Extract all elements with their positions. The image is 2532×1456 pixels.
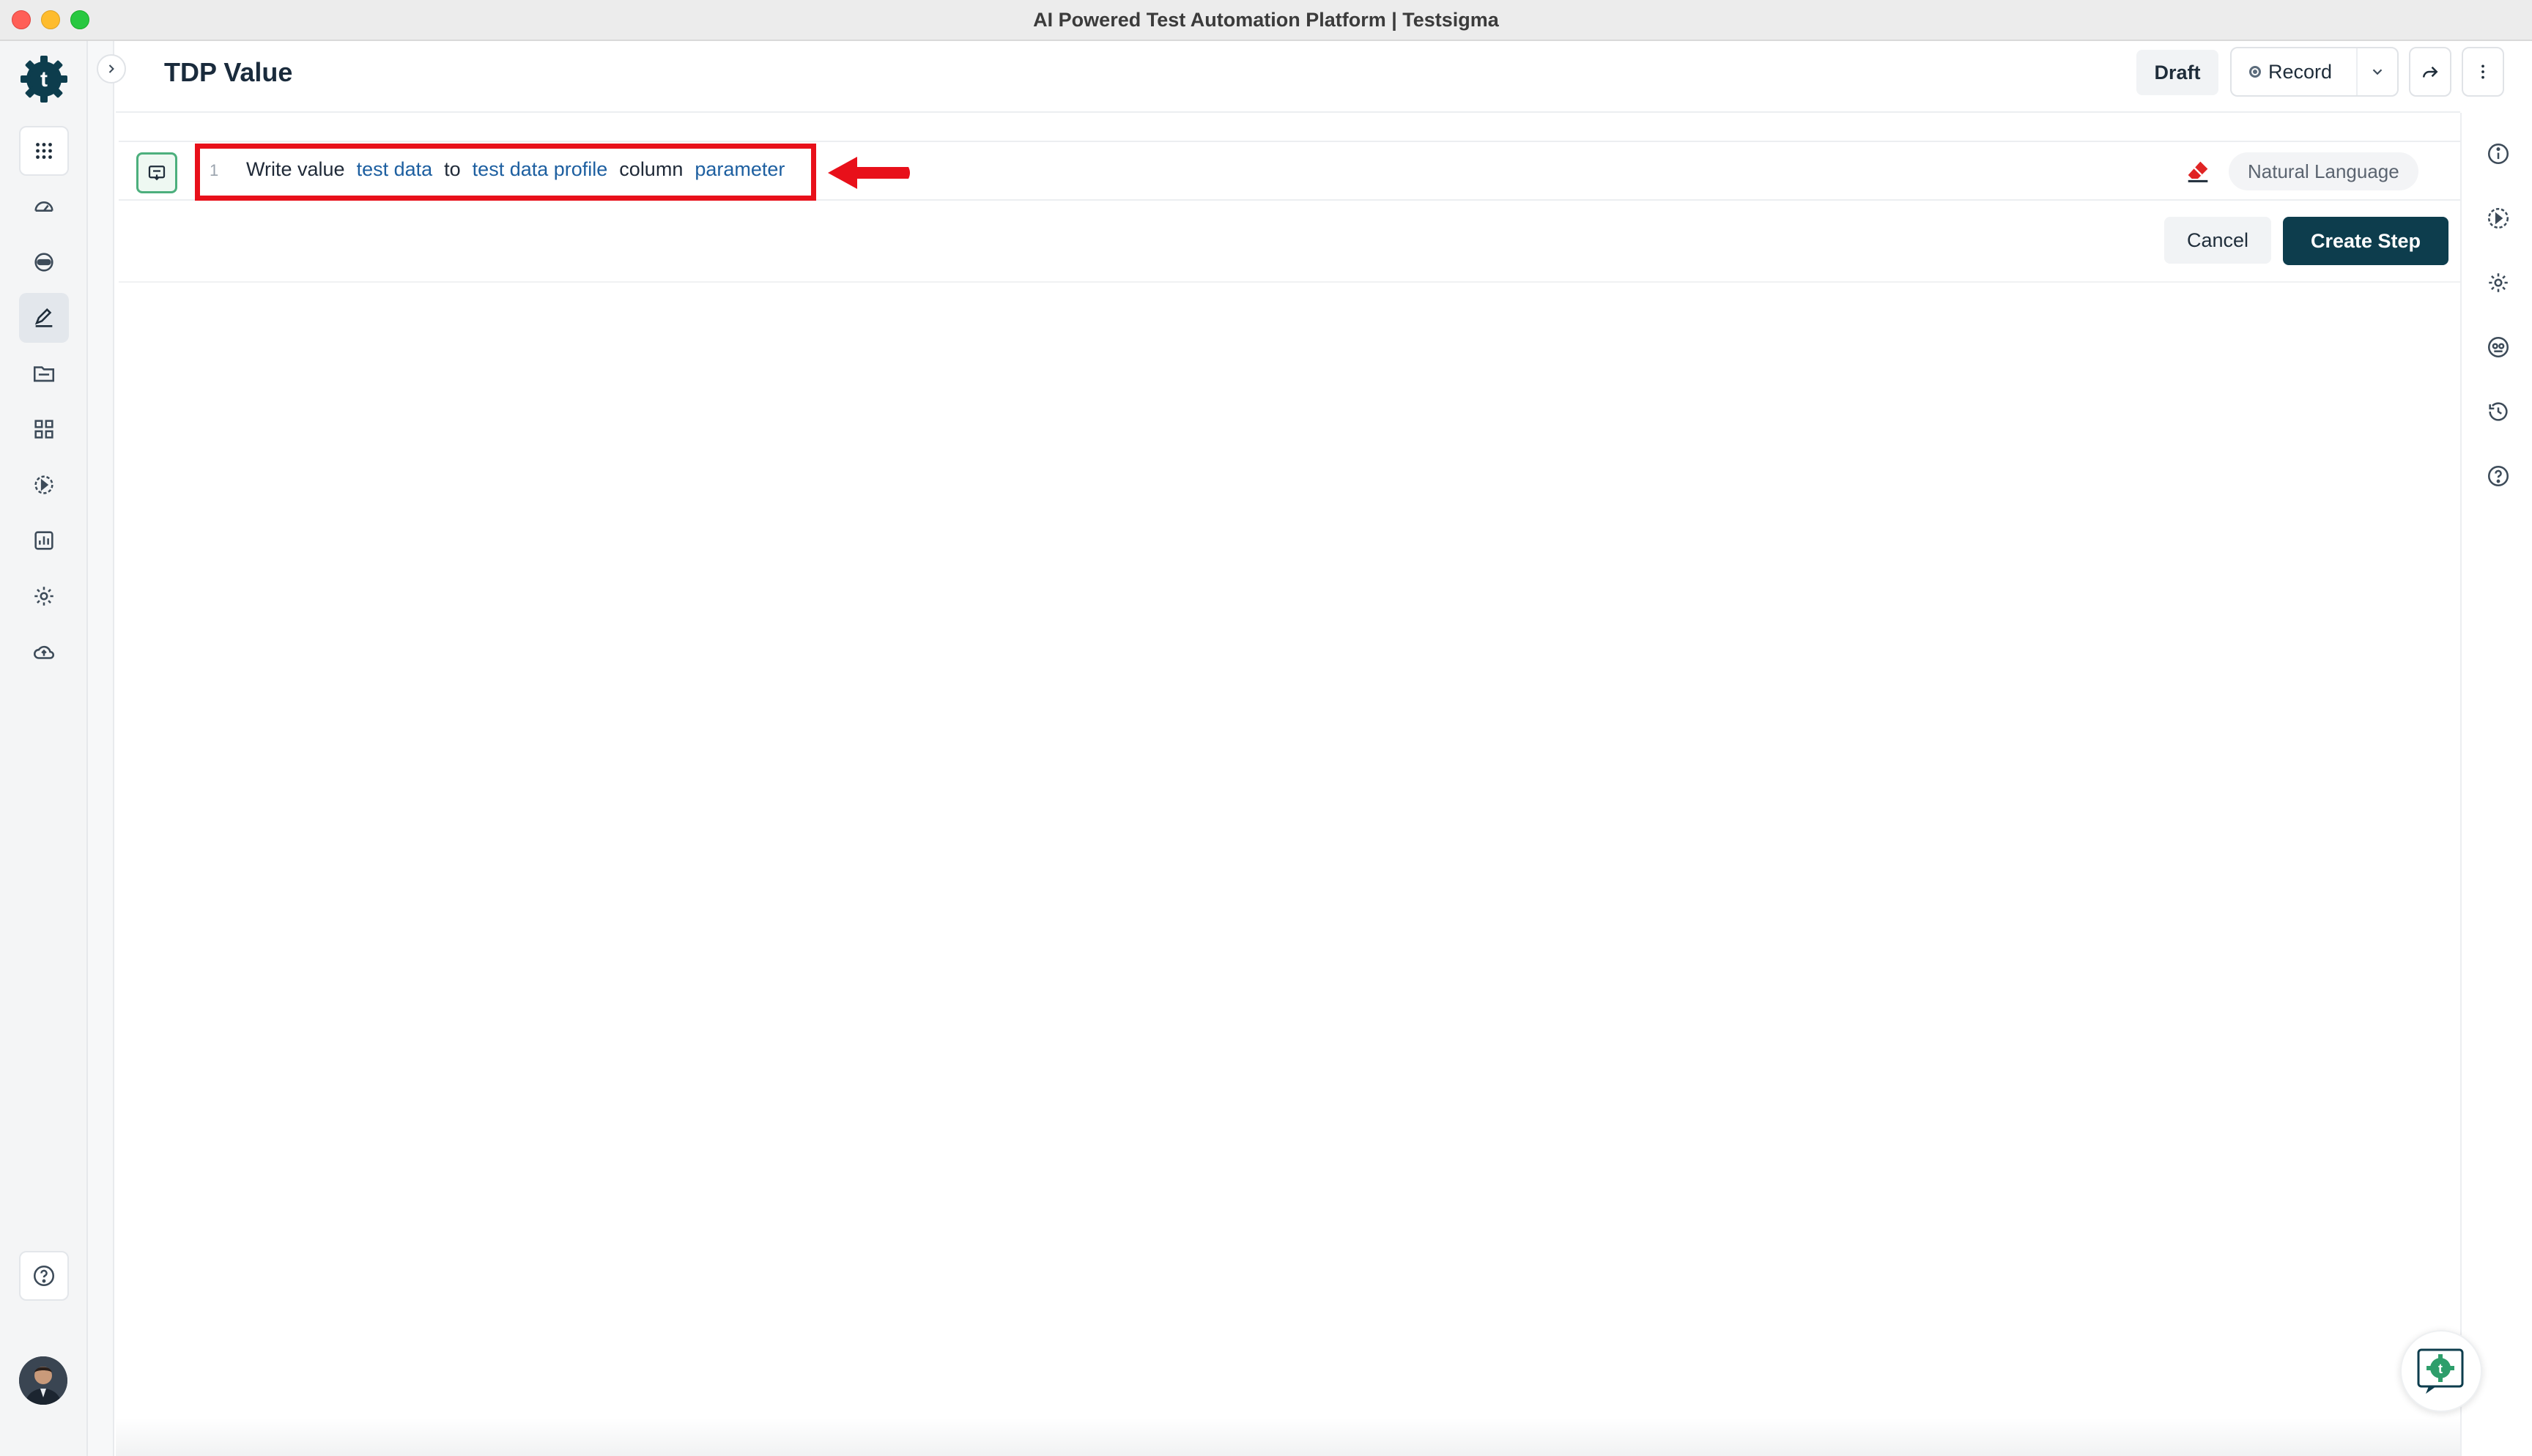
test-data-parameter[interactable]: test data	[357, 158, 433, 181]
record-button-group: Record	[2230, 47, 2399, 97]
runs-icon[interactable]	[19, 460, 69, 510]
step-statement[interactable]: Write value test data to test data profi…	[246, 158, 796, 181]
cancel-button[interactable]: Cancel	[2164, 217, 2271, 264]
forward-arrow-icon	[2423, 66, 2438, 78]
record-options-button[interactable]	[2358, 64, 2397, 80]
page-title: TDP Value	[164, 57, 293, 87]
page-header: TDP Value Draft Record	[116, 41, 2504, 113]
step-editor-row: 1 Write value test data to test data pro…	[119, 141, 2460, 201]
secondary-nav-collapsed	[88, 41, 114, 1456]
testsigma-chat-icon: t	[2417, 1348, 2464, 1394]
avatar[interactable]	[19, 1356, 67, 1405]
step-token-text: Write value	[246, 158, 345, 180]
more-options-button[interactable]	[2462, 47, 2504, 97]
test-data-profile-parameter[interactable]: test data profile	[473, 158, 608, 181]
eraser-icon[interactable]	[2183, 157, 2213, 186]
step-number: 1	[210, 161, 219, 179]
draft-status-button[interactable]: Draft	[2136, 50, 2218, 95]
more-vertical-icon	[2481, 64, 2484, 79]
minimize-window-button[interactable]	[41, 10, 60, 29]
dashboard-icon[interactable]	[19, 182, 69, 231]
chevron-down-icon	[2372, 69, 2383, 75]
cloud-upload-icon[interactable]	[19, 627, 69, 677]
window-titlebar: AI Powered Test Automation Platform | Te…	[0, 0, 2532, 41]
apps-grid-icon[interactable]	[19, 126, 69, 176]
elements-icon[interactable]	[19, 404, 69, 454]
testsigma-logo-icon[interactable]: t	[16, 51, 72, 107]
step-token-text: column	[619, 158, 684, 180]
create-step-button[interactable]: Create Step	[2283, 217, 2448, 265]
ai-agent-icon[interactable]	[2485, 334, 2511, 360]
test-cases-icon[interactable]	[19, 293, 69, 343]
run-history-icon[interactable]	[2485, 205, 2511, 231]
svg-text:t: t	[40, 67, 48, 92]
help-circle-icon[interactable]	[2485, 463, 2511, 489]
step-type-button[interactable]	[136, 152, 177, 193]
test-data-icon[interactable]	[19, 349, 69, 398]
reports-icon[interactable]	[19, 516, 69, 565]
window-controls	[12, 10, 89, 29]
window-title: AI Powered Test Automation Platform | Te…	[1033, 8, 1499, 31]
step-token-text: to	[444, 158, 461, 180]
column-parameter[interactable]: parameter	[695, 158, 785, 181]
help-circle-icon[interactable]	[19, 1251, 69, 1301]
record-button[interactable]: Record	[2232, 48, 2358, 95]
record-icon	[2249, 66, 2261, 78]
assistant-chat-button[interactable]: t	[2400, 1330, 2482, 1412]
settings-icon[interactable]	[2485, 270, 2511, 296]
settings-icon[interactable]	[19, 571, 69, 621]
record-label: Record	[2268, 60, 2333, 83]
agents-icon[interactable]	[19, 237, 69, 287]
right-tool-rail	[2460, 113, 2532, 1456]
close-window-button[interactable]	[12, 10, 31, 29]
info-icon[interactable]	[2485, 141, 2511, 167]
page-bottom	[116, 1418, 2460, 1456]
left-navigation: t	[0, 41, 88, 1456]
history-icon[interactable]	[2485, 398, 2511, 425]
svg-text:t: t	[2438, 1362, 2443, 1376]
pointer-arrow-icon	[828, 157, 910, 189]
step-actions: Cancel Create Step	[119, 201, 2460, 283]
maximize-window-button[interactable]	[70, 10, 89, 29]
share-button[interactable]	[2409, 47, 2451, 97]
step-type-icon	[148, 166, 166, 181]
natural-language-mode-chip[interactable]: Natural Language	[2229, 152, 2418, 190]
